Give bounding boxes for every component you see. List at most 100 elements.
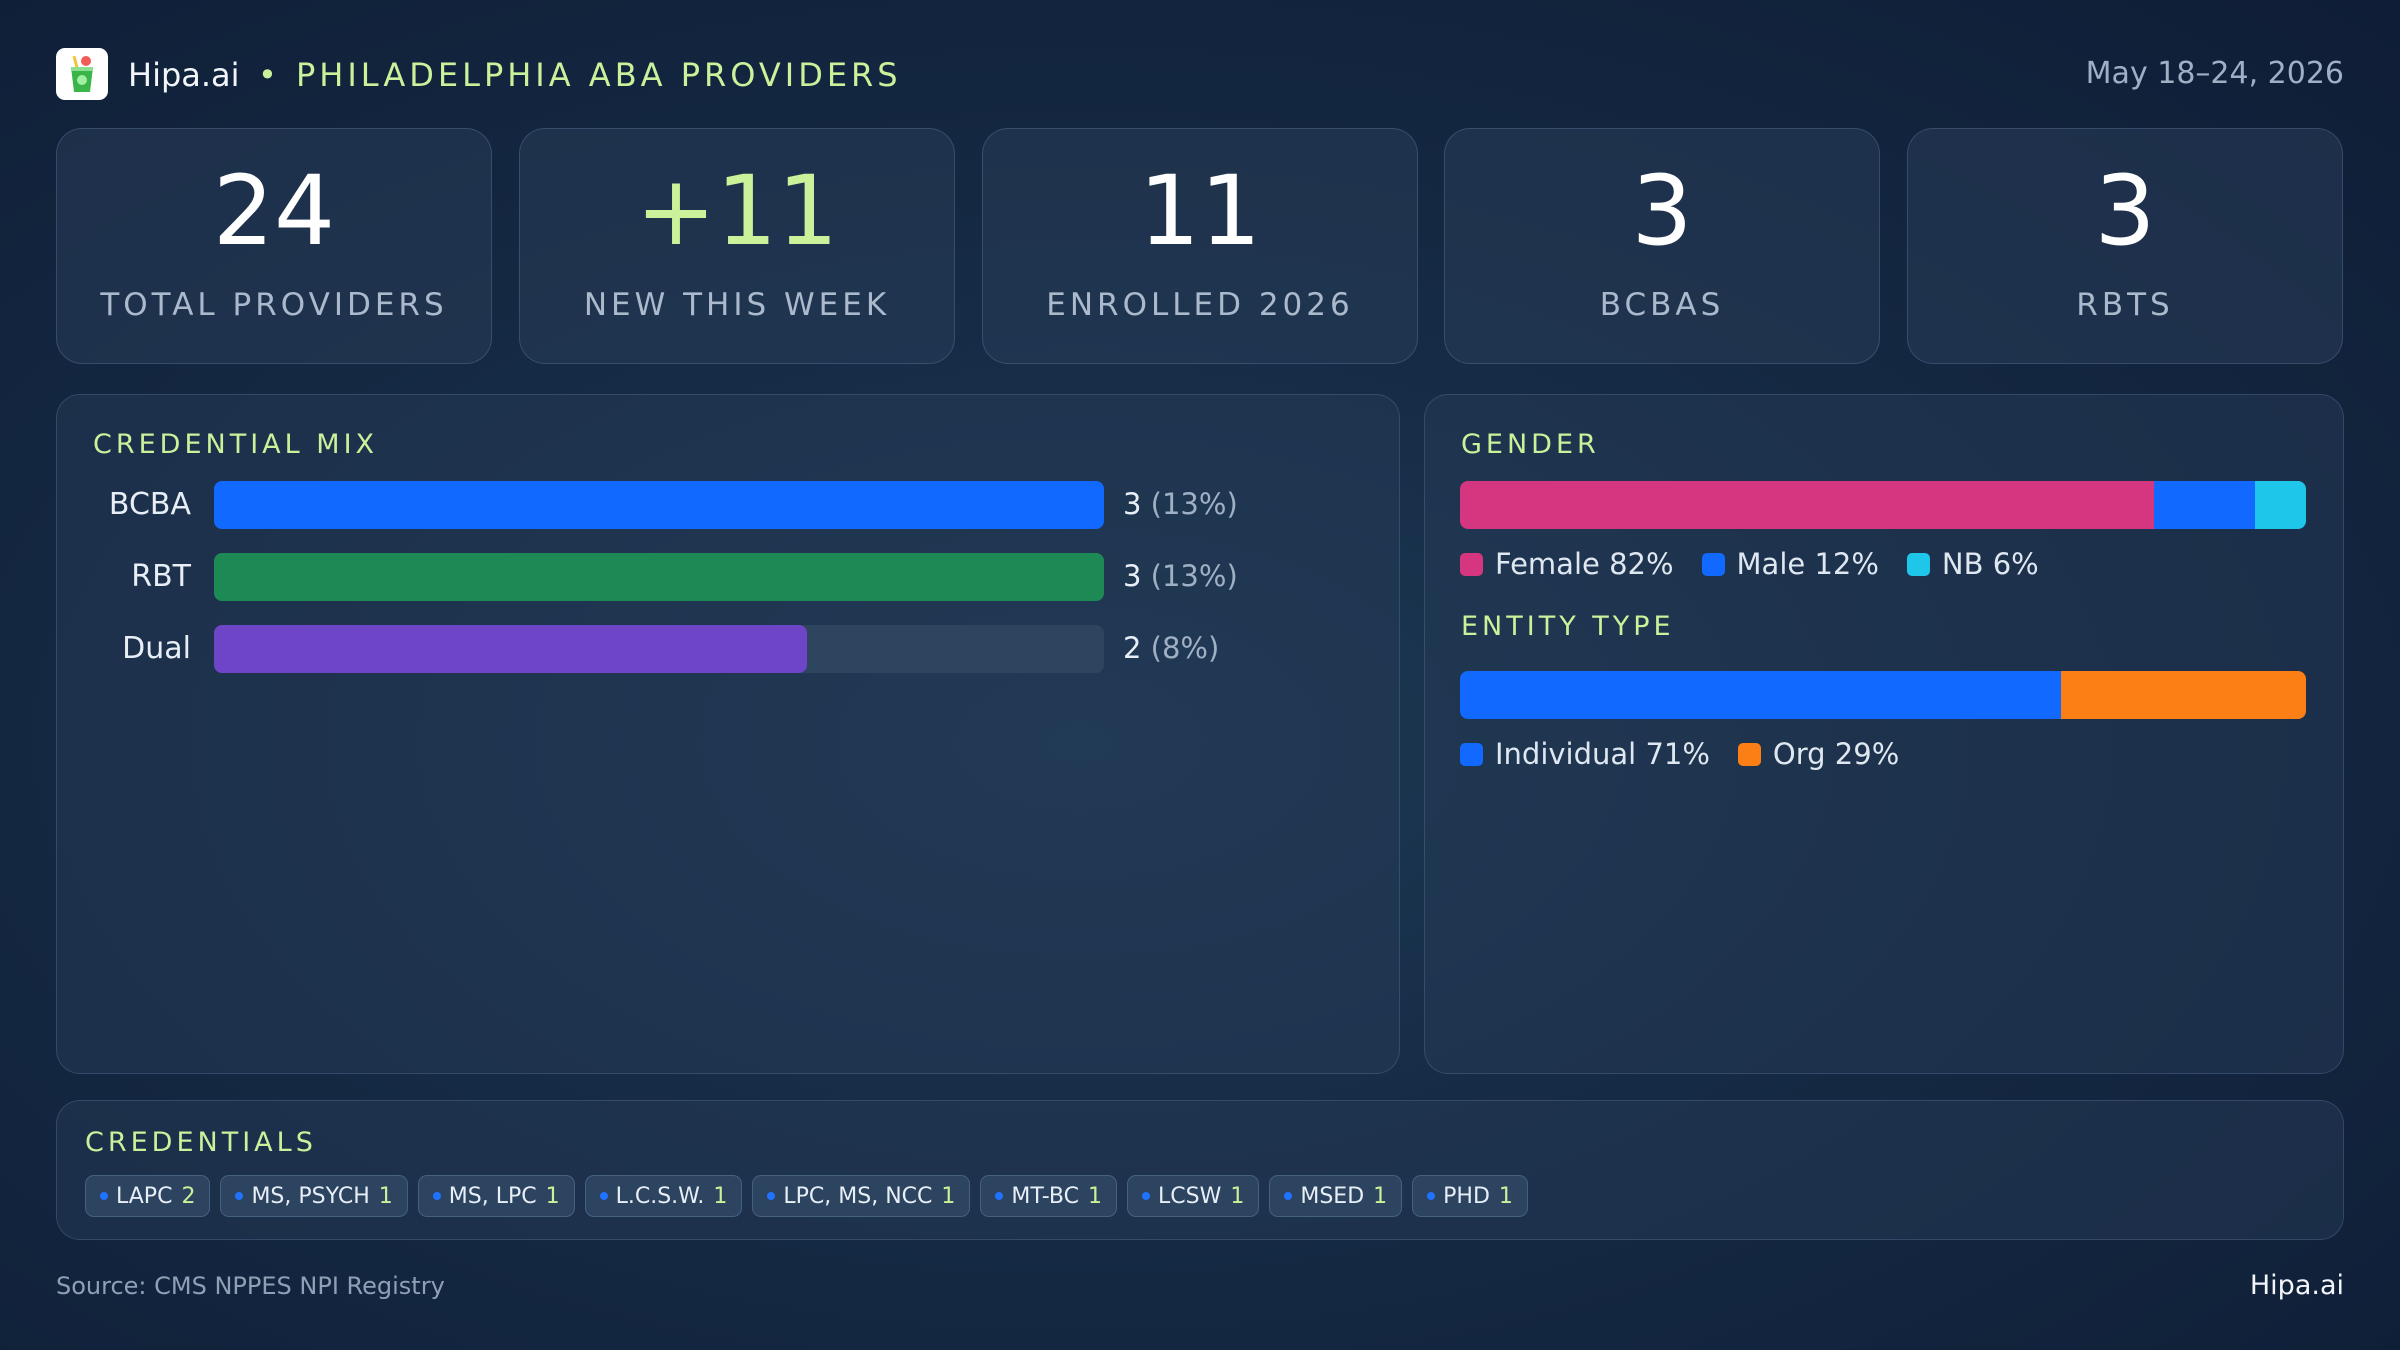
entity-type-stacked-bar (1460, 671, 2306, 719)
credential-chip: LCSW 1 (1127, 1175, 1260, 1217)
bar-value-label: 3 (13%) (1123, 487, 1238, 521)
chip-dot-icon (100, 1192, 108, 1200)
legend-label: Individual 71% (1495, 737, 1710, 771)
segment-org (2060, 671, 2306, 719)
chip-label: L.C.S.W. (615, 1183, 705, 1209)
chip-dot-icon (1427, 1192, 1436, 1200)
chip-label: LAPC (116, 1183, 173, 1209)
drink-icon (71, 55, 93, 92)
segment-male (2153, 481, 2256, 529)
bar-track (214, 481, 1104, 529)
date-range: May 18–24, 2026 (2085, 56, 2344, 91)
kpi-card-bcbas: 3 BCBAS (1444, 128, 1880, 364)
legend-label: Male 12% (1736, 547, 1879, 581)
legend-swatch (1701, 552, 1725, 576)
credential-chip: LPC, MS, NCC 1 (752, 1175, 971, 1217)
chip-label: PHD (1443, 1183, 1490, 1209)
credential-chip: MSED 1 (1269, 1175, 1403, 1217)
chip-count: 1 (1498, 1183, 1513, 1209)
bar-category-label: BCBA (108, 487, 191, 522)
credential-chip: PHD 1 (1412, 1175, 1528, 1217)
gender-title: GENDER (1461, 429, 1600, 460)
chip-count: 2 (181, 1183, 196, 1209)
legend-item: Org 29% (1737, 737, 1899, 771)
chip-dot-icon (995, 1192, 1004, 1200)
chip-label: LCSW (1158, 1183, 1222, 1209)
bar-bcba (214, 481, 1104, 529)
demographics-panel: GENDER Female 82% Male 12% NB 6% ENTITY TY… (1424, 394, 2344, 1074)
bar-category-label: RBT (131, 559, 191, 594)
bar-track (214, 625, 1104, 673)
gender-legend: Female 82% Male 12% NB 6% (1460, 547, 2067, 581)
chip-count: 1 (545, 1183, 560, 1209)
brand-name: Hipa.ai (128, 56, 240, 94)
kpi-value: 3 (2094, 155, 2156, 267)
segment-female (1460, 481, 2154, 529)
bar-rbt (214, 553, 1104, 601)
chip-count: 1 (713, 1183, 728, 1209)
gender-stacked-bar (1460, 481, 2306, 529)
entity-type-legend: Individual 71% Org 29% (1460, 737, 1927, 771)
bar-dual (214, 625, 808, 673)
dashboard-title: PHILADELPHIA ABA PROVIDERS (296, 56, 902, 94)
kpi-label: NEW THIS WEEK (583, 287, 891, 323)
entity-type-title: ENTITY TYPE (1461, 611, 1675, 642)
kpi-label: TOTAL PROVIDERS (100, 287, 448, 323)
chip-dot-icon (1284, 1192, 1293, 1200)
chip-label: MSED (1300, 1183, 1365, 1209)
credential-chip: LAPC 2 (85, 1175, 211, 1217)
header: Hipa.ai • PHILADELPHIA ABA PROVIDERS May… (56, 48, 2344, 100)
bar-track (214, 553, 1104, 601)
kpi-card-enrolled-2026: 11 ENROLLED 2026 (982, 128, 1418, 364)
bar-category-label: Dual (122, 631, 191, 666)
credential-chip: MS, LPC 1 (417, 1175, 575, 1217)
legend-item: Individual 71% (1460, 737, 1710, 771)
app-logo (56, 48, 108, 100)
bar-percent-label: (13%) (1150, 487, 1238, 521)
chip-dot-icon (1142, 1192, 1150, 1200)
chip-dot-icon (432, 1192, 441, 1200)
footer-brand: Hipa.ai (2249, 1270, 2344, 1301)
chip-count: 1 (1088, 1183, 1102, 1209)
bar-row: RBT 3 (13%) (57, 553, 1399, 601)
panel-title: CREDENTIALS (85, 1127, 317, 1158)
legend-swatch (1460, 742, 1483, 766)
kpi-label: BCBAS (1599, 287, 1725, 323)
chip-label: MS, PSYCH (251, 1183, 370, 1209)
legend-item: Male 12% (1701, 547, 1879, 581)
credential-mix-panel: CREDENTIAL MIX BCBA 3 (13%) RBT 3 (13%) Dual… (56, 394, 1400, 1074)
bar-percent-label: (13%) (1150, 559, 1238, 593)
legend-swatch (1906, 552, 1930, 576)
kpi-value: 11 (1138, 155, 1262, 267)
segment-individual (1460, 671, 2061, 719)
legend-label: NB 6% (1941, 547, 2039, 581)
kpi-label: ENROLLED 2026 (1046, 287, 1354, 323)
credentials-panel: CREDENTIALS LAPC 2 MS, PSYCH 1 MS, LPC 1 L.C.S… (56, 1100, 2344, 1240)
legend-label: Female 82% (1495, 547, 1674, 581)
title-separator: • (258, 56, 277, 94)
chip-count: 1 (378, 1183, 393, 1209)
credential-chip-list: LAPC 2 MS, PSYCH 1 MS, LPC 1 L.C.S.W. 1 LPC, MS,… (85, 1175, 1538, 1217)
chip-label: MS, LPC (448, 1183, 537, 1209)
bar-row: Dual 2 (8%) (57, 625, 1399, 673)
source-note: Source: CMS NPPES NPI Registry (56, 1272, 445, 1300)
bar-value-label: 3 (13%) (1123, 559, 1238, 593)
kpi-label: RBTS (2076, 287, 2174, 323)
bar-percent-label: (8%) (1150, 631, 1220, 665)
bar-value-label: 2 (8%) (1123, 631, 1220, 665)
legend-item: NB 6% (1906, 547, 2039, 581)
chip-label: LPC, MS, NCC (783, 1183, 933, 1209)
legend-item: Female 82% (1460, 547, 1674, 581)
segment-nb (2255, 481, 2306, 529)
kpi-card-total-providers: 24 TOTAL PROVIDERS (56, 128, 492, 364)
chip-dot-icon (599, 1192, 608, 1200)
chip-dot-icon (235, 1192, 244, 1200)
chip-dot-icon (767, 1192, 776, 1200)
kpi-card-rbts: 3 RBTS (1907, 128, 2343, 364)
kpi-card-new-this-week: +11 NEW THIS WEEK (519, 128, 955, 364)
chip-label: MT-BC (1011, 1183, 1079, 1209)
chip-count: 1 (1230, 1183, 1245, 1209)
kpi-value: +11 (635, 155, 839, 267)
kpi-value: 3 (1631, 155, 1693, 267)
bar-row: BCBA 3 (13%) (57, 481, 1399, 529)
